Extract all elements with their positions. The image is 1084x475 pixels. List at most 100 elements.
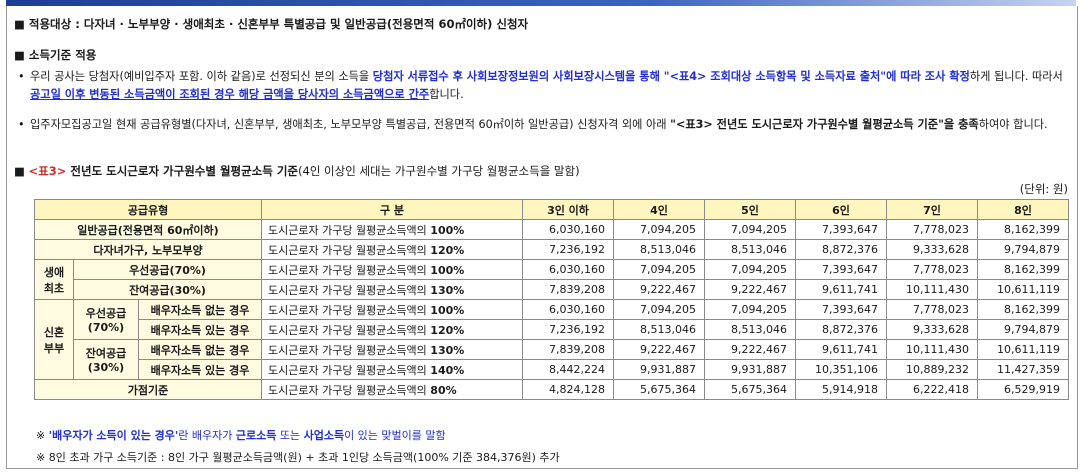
table-cell-value: 7,393,647 bbox=[795, 299, 887, 320]
table-cell-value: 10,111,430 bbox=[886, 279, 978, 300]
percent-value: 130% bbox=[430, 343, 465, 357]
note-over-8: ※ 8인 초과 가구 소득기준 : 8인 가구 월평균소득금액(원) + 초과 … bbox=[36, 451, 560, 464]
standard-text: 도시근로자 가구당 월평균소득액의 bbox=[268, 243, 431, 257]
table-cell-value: 5,914,918 bbox=[795, 379, 887, 400]
table-cell-label: 우선공급(70%) bbox=[73, 259, 262, 280]
table-title: 전년도 도시근로자 가구원수별 월평균소득 기준 bbox=[66, 164, 299, 178]
table-header-cell: 4인 bbox=[613, 199, 705, 220]
table-cell-value: 10,889,232 bbox=[886, 359, 978, 380]
percent-value: 120% bbox=[430, 243, 465, 257]
table-cell-label: 배우자소득 없는 경우 bbox=[138, 299, 262, 320]
table-cell-label: 신혼 부부 bbox=[34, 299, 74, 380]
table-cell-label: 가점기준 bbox=[34, 379, 262, 400]
table-cell-standard: 도시근로자 가구당 월평균소득액의 100% bbox=[261, 219, 523, 240]
table-cell-value: 7,094,205 bbox=[613, 299, 705, 320]
percent-value: 100% bbox=[430, 303, 465, 317]
table-header-cell: 8인 bbox=[977, 199, 1069, 220]
standard-text: 도시근로자 가구당 월평균소득액의 bbox=[268, 323, 431, 337]
percent-value: 130% bbox=[430, 283, 465, 297]
table-row: 일반공급(전용면적 60㎡이하) 도시근로자 가구당 월평균소득액의 100% … bbox=[34, 219, 1069, 240]
table-row: 신혼 부부 우선공급 (70%) 배우자소득 없는 경우 도시근로자 가구당 월… bbox=[34, 299, 1069, 380]
table-cell-value: 10,111,430 bbox=[886, 339, 978, 360]
table-row: 배우자소득 있는 경우 도시근로자 가구당 월평균소득액의 140% 8,442… bbox=[35, 359, 1069, 380]
reference-mark-icon: ※ bbox=[36, 451, 46, 464]
table-cell-value: 9,931,887 bbox=[704, 359, 796, 380]
table-cell-value: 7,236,192 bbox=[522, 239, 614, 260]
table-cell-value: 7,094,205 bbox=[613, 219, 705, 240]
table-cell-value: 8,872,376 bbox=[795, 319, 887, 340]
table-cell-label: 잔여공급(30%) bbox=[73, 279, 262, 300]
table-header-row: 공급유형 구 분 3인 이하 4인 5인 6인 7인 8인 bbox=[34, 199, 1069, 220]
table-cell-value: 10,351,106 bbox=[795, 359, 887, 380]
income-section-title: ■ 소득기준 적용 bbox=[14, 47, 96, 63]
table-cell-value: 9,611,741 bbox=[795, 339, 887, 360]
table-cell-value: 9,222,467 bbox=[613, 339, 705, 360]
target-text: 적용대상 : 다자녀 · 노부부양 · 생애최초 · 신혼부부 특별공급 및 일… bbox=[28, 17, 529, 31]
table-cell-standard: 도시근로자 가구당 월평균소득액의 80% bbox=[261, 379, 523, 400]
reference-mark-icon: ※ bbox=[36, 429, 46, 442]
table-cell-value: 9,333,628 bbox=[886, 239, 978, 260]
table-cell-value: 8,162,399 bbox=[977, 259, 1069, 280]
table-cell-value: 6,529,919 bbox=[977, 379, 1069, 400]
standard-text: 도시근로자 가구당 월평균소득액의 bbox=[268, 343, 431, 357]
table-cell-value: 7,839,208 bbox=[522, 339, 614, 360]
table-row: 배우자소득 있는 경우 도시근로자 가구당 월평균소득액의 120% 7,236… bbox=[35, 319, 1069, 340]
table-cell-value: 8,162,399 bbox=[977, 299, 1069, 320]
table-cell-value: 10,611,119 bbox=[977, 339, 1069, 360]
table-cell-value: 8,442,224 bbox=[522, 359, 614, 380]
table-cell-standard: 도시근로자 가구당 월평균소득액의 140% bbox=[261, 359, 523, 380]
table-cell-value: 11,427,359 bbox=[977, 359, 1069, 380]
table-cell-value: 5,675,364 bbox=[704, 379, 796, 400]
table-cell-standard: 도시근로자 가구당 월평균소득액의 100% bbox=[261, 299, 523, 320]
table-row: 다자녀가구, 노부모부양 도시근로자 가구당 월평균소득액의 120% 7,23… bbox=[34, 239, 1069, 260]
standard-text: 도시근로자 가구당 월평균소득액의 bbox=[268, 223, 431, 237]
table-cell-label: 배우자소득 있는 경우 bbox=[138, 359, 262, 380]
dot-bullet-icon: • bbox=[18, 70, 25, 83]
dot-bullet-icon: • bbox=[18, 118, 25, 131]
table-cell-label: 일반공급(전용면적 60㎡이하) bbox=[34, 219, 262, 240]
percent-value: 100% bbox=[430, 263, 465, 277]
standard-text: 도시근로자 가구당 월평균소득액의 bbox=[268, 303, 431, 317]
table-cell-value: 8,513,046 bbox=[613, 239, 705, 260]
table-cell-value: 7,094,205 bbox=[704, 259, 796, 280]
standard-text: 도시근로자 가구당 월평균소득액의 bbox=[268, 283, 431, 297]
table-cell-value: 6,030,160 bbox=[522, 219, 614, 240]
table-cell-value: 8,513,046 bbox=[704, 319, 796, 340]
table-cell-value: 9,333,628 bbox=[886, 319, 978, 340]
table-cell-label: 잔여공급 (30%) bbox=[73, 339, 139, 380]
standard-text: 도시근로자 가구당 월평균소득액의 bbox=[268, 363, 431, 377]
table-cell-label: 우선공급 (70%) bbox=[73, 299, 139, 340]
percent-value: 80% bbox=[430, 383, 457, 397]
table-cell-label: 다자녀가구, 노부모부양 bbox=[34, 239, 262, 260]
table-cell-value: 9,222,467 bbox=[613, 279, 705, 300]
table-row: 생애 최초 우선공급(70%) 도시근로자 가구당 월평균소득액의 100% 6… bbox=[34, 259, 1069, 300]
note-spouse-income: ※ '배우자가 소득이 있는 경우'란 배우자가 근로소득 또는 사업소득이 있… bbox=[36, 429, 446, 442]
table-header-cell: 7인 bbox=[886, 199, 978, 220]
table-cell-value: 7,839,208 bbox=[522, 279, 614, 300]
table-cell-standard: 도시근로자 가구당 월평균소득액의 100% bbox=[261, 259, 523, 280]
table-row: 잔여공급(30%) 도시근로자 가구당 월평균소득액의 130% 7,839,2… bbox=[35, 279, 1069, 300]
table-cell-value: 7,393,647 bbox=[795, 259, 887, 280]
table-cell-value: 9,931,887 bbox=[613, 359, 705, 380]
table-row: 가점기준 도시근로자 가구당 월평균소득액의 80% 4,824,128 5,67… bbox=[34, 379, 1069, 400]
table-cell-value: 8,872,376 bbox=[795, 239, 887, 260]
standard-text: 도시근로자 가구당 월평균소득액의 bbox=[268, 263, 431, 277]
table-header-cell: 공급유형 bbox=[34, 199, 262, 220]
percent-value: 100% bbox=[430, 223, 465, 237]
table-tag: <표3> bbox=[28, 164, 67, 178]
table-cell-standard: 도시근로자 가구당 월평균소득액의 120% bbox=[261, 319, 523, 340]
table-cell-label: 배우자소득 있는 경우 bbox=[138, 319, 262, 340]
square-bullet-icon: ■ bbox=[14, 17, 25, 31]
unit-label: (단위: 원) bbox=[1019, 182, 1068, 196]
table-cell-value: 6,030,160 bbox=[522, 259, 614, 280]
table-cell-value: 8,162,399 bbox=[977, 219, 1069, 240]
table-cell-value: 9,794,879 bbox=[977, 319, 1069, 340]
table-cell-standard: 도시근로자 가구당 월평균소득액의 130% bbox=[261, 279, 523, 300]
table-cell-value: 7,778,023 bbox=[886, 299, 978, 320]
income-section-title-text: 소득기준 적용 bbox=[28, 48, 97, 62]
table-cell-value: 7,236,192 bbox=[522, 319, 614, 340]
table-cell-value: 10,611,119 bbox=[977, 279, 1069, 300]
percent-value: 120% bbox=[430, 323, 465, 337]
income-table: 공급유형 구 분 3인 이하 4인 5인 6인 7인 8인 일반공급(전용면적 … bbox=[34, 199, 1069, 400]
table-cell-label: 생애 최초 bbox=[34, 259, 74, 300]
